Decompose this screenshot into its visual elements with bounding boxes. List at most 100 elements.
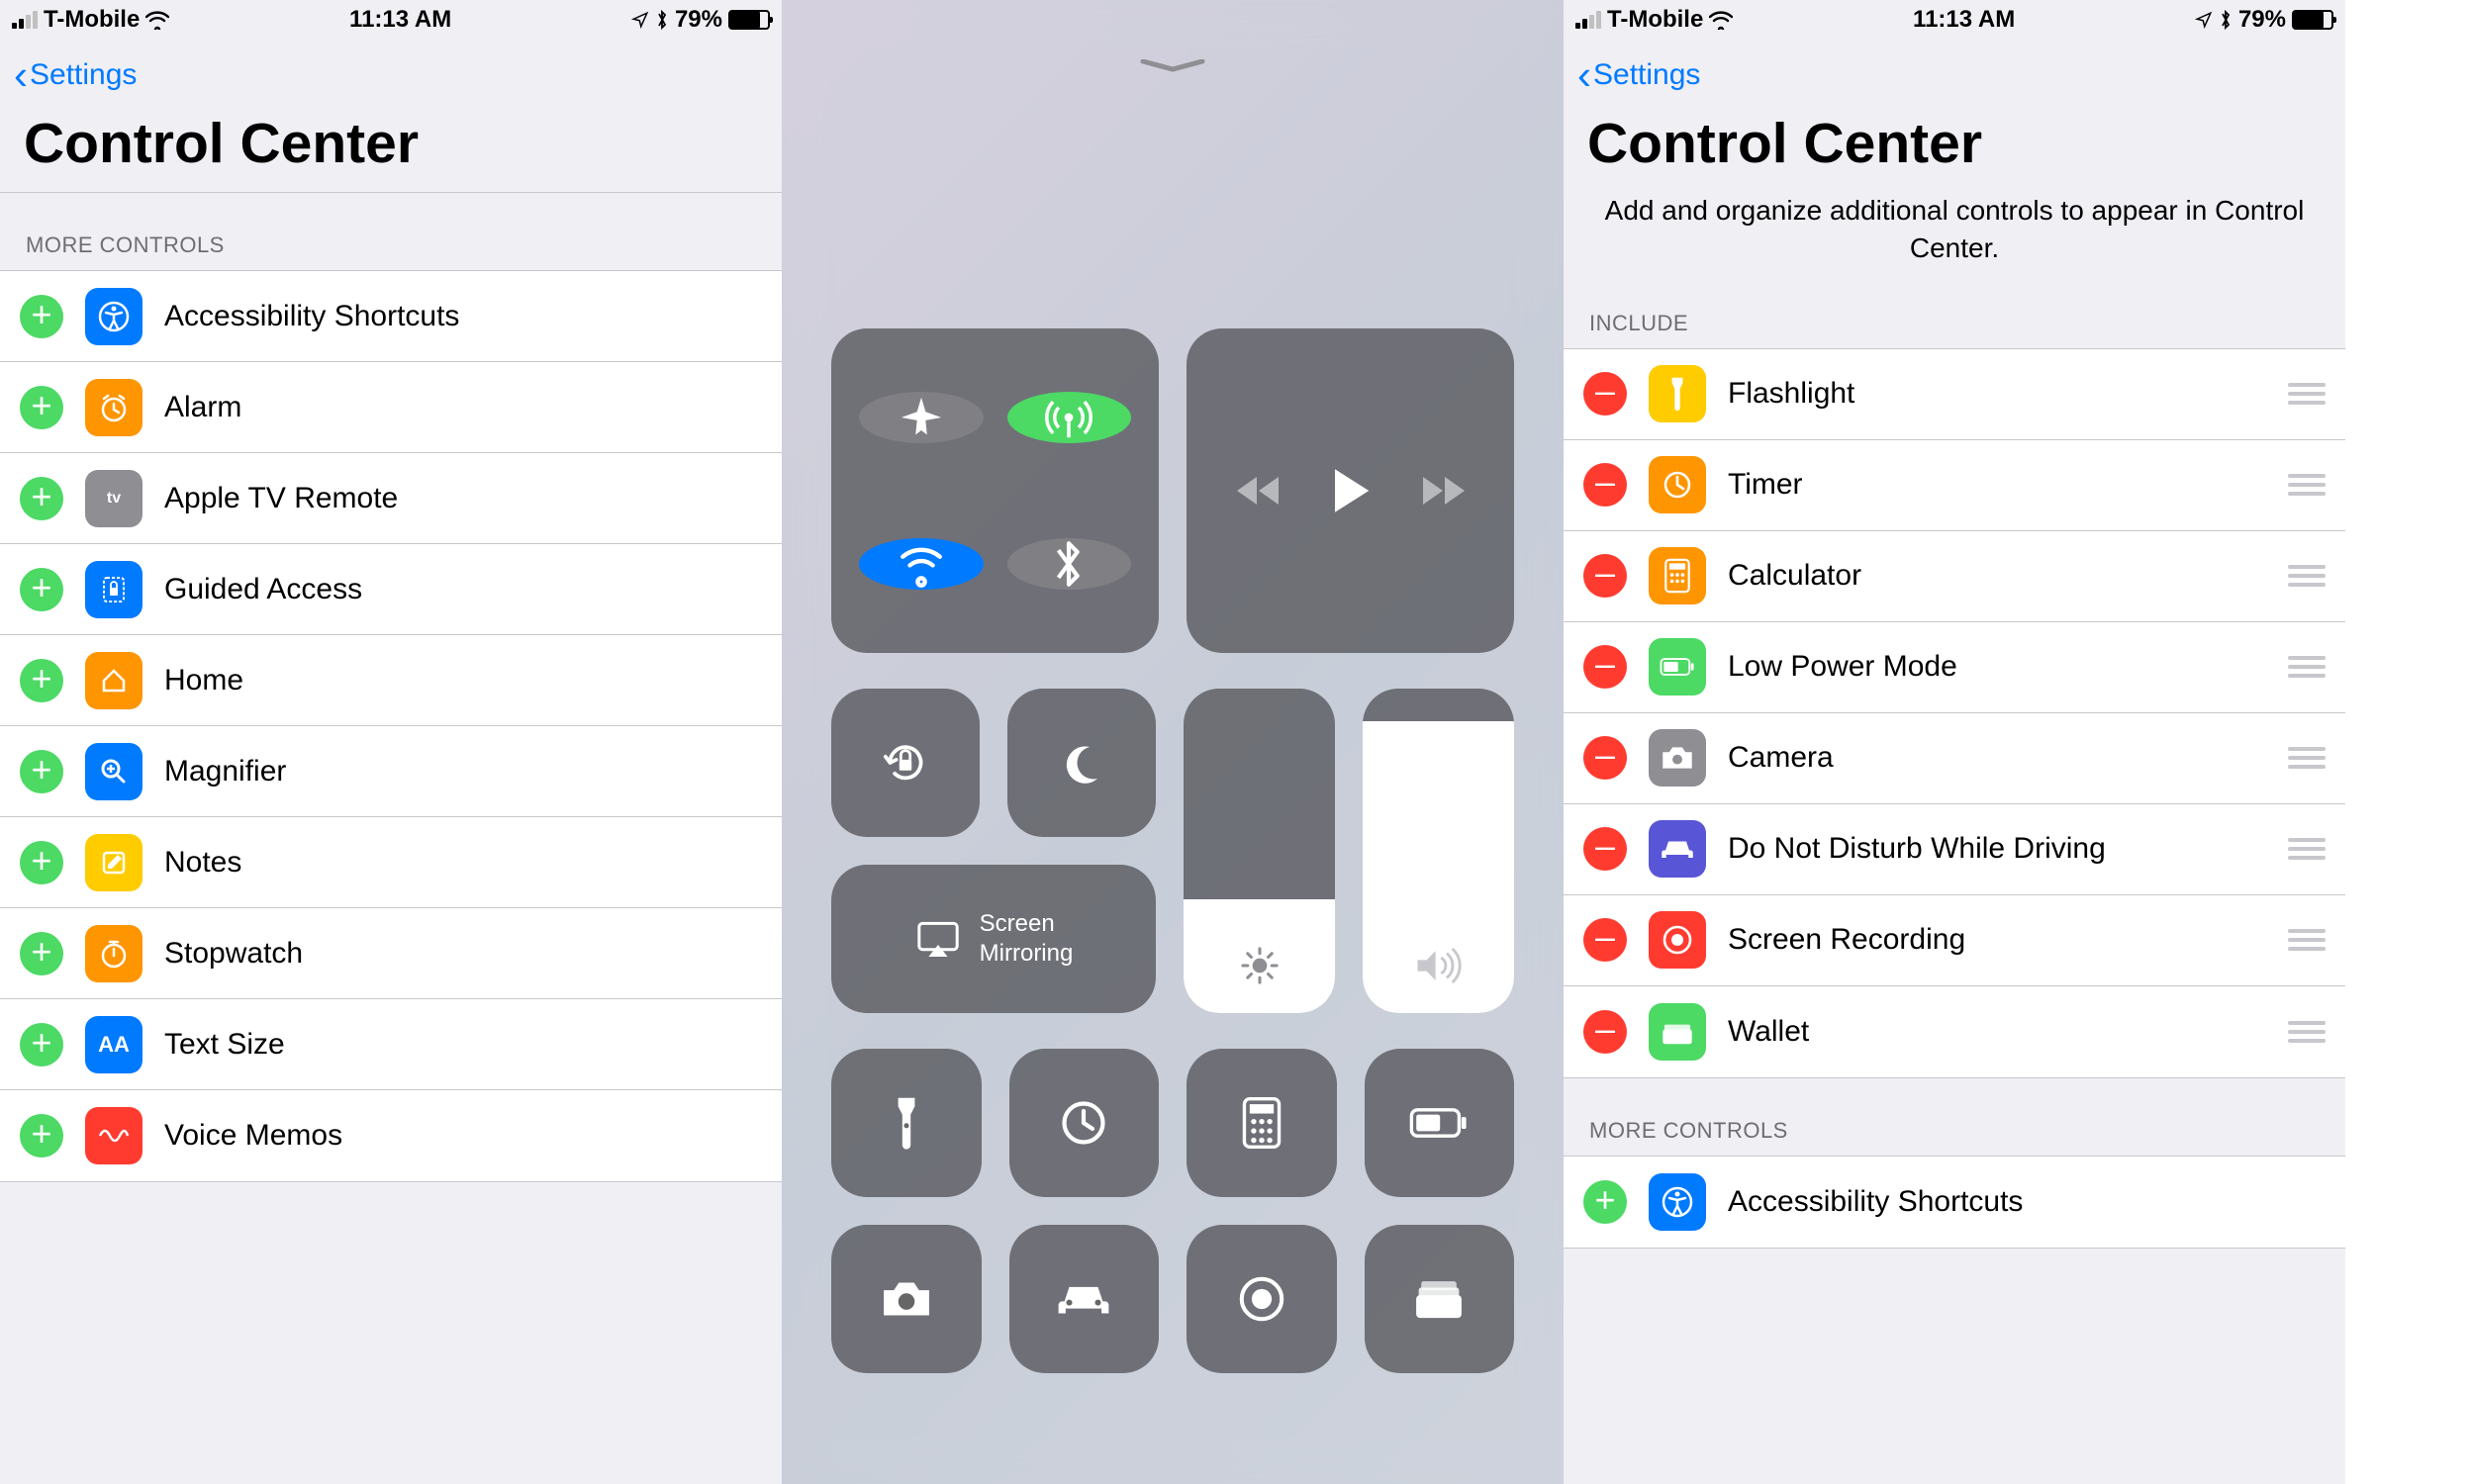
row-label: Magnifier <box>164 755 762 788</box>
remove-button[interactable] <box>1583 827 1627 871</box>
list-item[interactable]: tvApple TV Remote <box>0 453 782 544</box>
add-button[interactable] <box>20 932 63 975</box>
add-button[interactable] <box>20 750 63 793</box>
status-bar: T-Mobile 11:13 AM 79% <box>1564 0 2345 40</box>
volume-slider[interactable] <box>1363 689 1514 1013</box>
page-title: Control Center <box>0 111 782 192</box>
list-item[interactable]: Home <box>0 635 782 726</box>
section-header-include: INCLUDE <box>1564 303 2345 348</box>
remove-button[interactable] <box>1583 918 1627 962</box>
drag-handle[interactable] <box>2288 383 2326 405</box>
timer-button[interactable] <box>1009 1049 1160 1197</box>
connectivity-group[interactable] <box>831 328 1159 653</box>
add-button[interactable] <box>20 841 63 884</box>
carrier-label: T-Mobile <box>44 6 140 34</box>
list-item[interactable]: Voice Memos <box>0 1090 782 1181</box>
rewind-icon[interactable] <box>1235 473 1282 509</box>
battery-icon <box>728 10 770 30</box>
flashlight-button[interactable] <box>831 1049 982 1197</box>
drag-handle[interactable] <box>2288 656 2326 678</box>
back-button[interactable]: ‹ Settings <box>14 54 137 96</box>
add-button[interactable] <box>1583 1180 1627 1224</box>
brightness-slider[interactable] <box>1184 689 1335 1013</box>
drag-handle[interactable] <box>2288 565 2326 587</box>
settings-customize-screen: T-Mobile 11:13 AM 79% ‹ Settings Control… <box>1564 0 2345 1484</box>
clock: 11:13 AM <box>349 6 451 34</box>
list-item[interactable]: Do Not Disturb While Driving <box>1564 804 2345 895</box>
signal-icon <box>1575 11 1601 29</box>
drag-handle[interactable] <box>2288 747 2326 769</box>
cellular-data-button[interactable] <box>1007 392 1132 443</box>
row-label: Stopwatch <box>164 937 762 971</box>
forward-icon[interactable] <box>1419 473 1467 509</box>
add-button[interactable] <box>20 477 63 520</box>
drag-handle[interactable] <box>2288 474 2326 496</box>
media-playback-group[interactable] <box>1187 328 1514 653</box>
wallet-button[interactable] <box>1365 1225 1515 1373</box>
battery-icon <box>2292 10 2333 30</box>
airplane-mode-button[interactable] <box>859 392 984 443</box>
row-label: Accessibility Shortcuts <box>164 300 762 333</box>
add-button[interactable] <box>20 386 63 429</box>
add-button[interactable] <box>20 1114 63 1158</box>
magnifier-icon <box>85 743 142 800</box>
list-item[interactable]: Wallet <box>1564 986 2345 1077</box>
bluetooth-icon <box>655 9 669 31</box>
remove-button[interactable] <box>1583 645 1627 689</box>
add-button[interactable] <box>20 1023 63 1067</box>
do-not-disturb-button[interactable] <box>1007 689 1156 837</box>
cc-collapse-handle[interactable] <box>1138 59 1207 69</box>
list-item[interactable]: Screen Recording <box>1564 895 2345 986</box>
drag-handle[interactable] <box>2288 929 2326 951</box>
remove-button[interactable] <box>1583 554 1627 598</box>
bluetooth-button[interactable] <box>1007 538 1132 590</box>
list-item[interactable]: Accessibility Shortcuts <box>0 271 782 362</box>
wifi-button[interactable] <box>859 538 984 590</box>
wifi-icon <box>1709 10 1733 30</box>
remove-button[interactable] <box>1583 1010 1627 1054</box>
list-item[interactable]: Magnifier <box>0 726 782 817</box>
include-list: Flashlight Timer Calculator Low Power Mo… <box>1564 348 2345 1078</box>
list-item[interactable]: Flashlight <box>1564 349 2345 440</box>
list-item[interactable]: AAText Size <box>0 999 782 1090</box>
add-button[interactable] <box>20 659 63 702</box>
list-item[interactable]: Guided Access <box>0 544 782 635</box>
remove-button[interactable] <box>1583 463 1627 507</box>
play-icon[interactable] <box>1330 467 1372 514</box>
drag-handle[interactable] <box>2288 1021 2326 1043</box>
drag-handle[interactable] <box>2288 838 2326 860</box>
nav-bar: ‹ Settings <box>1564 40 2345 111</box>
airplay-icon <box>914 918 962 960</box>
list-item[interactable]: Low Power Mode <box>1564 622 2345 713</box>
settings-more-controls-screen: T-Mobile 11:13 AM 79% ‹ Settings Control… <box>0 0 782 1484</box>
list-item[interactable]: Alarm <box>0 362 782 453</box>
camera-button[interactable] <box>831 1225 982 1373</box>
screen-recording-button[interactable] <box>1187 1225 1337 1373</box>
remove-button[interactable] <box>1583 736 1627 780</box>
camera-icon <box>1649 729 1706 787</box>
list-item[interactable]: Accessibility Shortcuts <box>1564 1157 2345 1248</box>
nav-bar: ‹ Settings <box>0 40 782 111</box>
row-label: Calculator <box>1728 559 2288 593</box>
control-center-panel: Screen Mirroring <box>782 0 1564 1484</box>
list-item[interactable]: Notes <box>0 817 782 908</box>
dnd-driving-button[interactable] <box>1009 1225 1160 1373</box>
low-power-mode-button[interactable] <box>1365 1049 1515 1197</box>
more-controls-list-right: Accessibility Shortcuts <box>1564 1156 2345 1249</box>
flashlight-icon <box>1649 365 1706 422</box>
calculator-button[interactable] <box>1187 1049 1337 1197</box>
list-item[interactable]: Calculator <box>1564 531 2345 622</box>
back-button[interactable]: ‹ Settings <box>1577 54 1700 96</box>
screen-mirroring-button[interactable]: Screen Mirroring <box>831 865 1156 1013</box>
remove-button[interactable] <box>1583 372 1627 416</box>
add-button[interactable] <box>20 295 63 338</box>
screen-mirroring-label: Screen Mirroring <box>980 909 1074 969</box>
list-item[interactable]: Camera <box>1564 713 2345 804</box>
carrier-label: T-Mobile <box>1607 6 1703 34</box>
add-button[interactable] <box>20 568 63 611</box>
rotation-lock-button[interactable] <box>831 689 980 837</box>
row-label: Wallet <box>1728 1015 2288 1049</box>
appletv-icon: tv <box>85 470 142 527</box>
list-item[interactable]: Timer <box>1564 440 2345 531</box>
list-item[interactable]: Stopwatch <box>0 908 782 999</box>
